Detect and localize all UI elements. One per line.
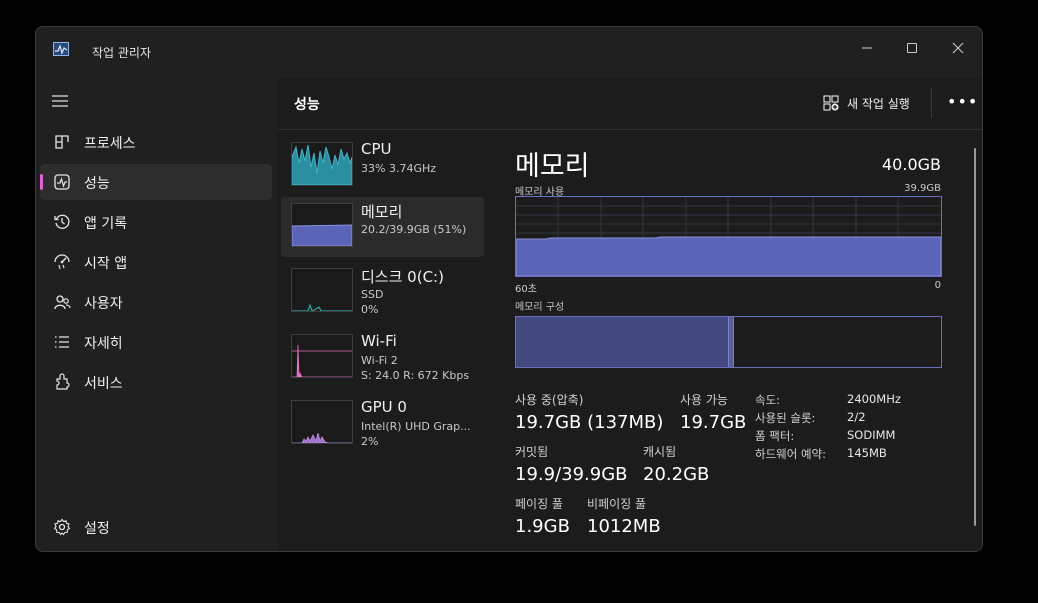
sidebar-item-label: 사용자: [84, 296, 123, 312]
task-manager-window: 작업 관리자 프로세스 성능 앱 기록 시작 앱 사용자 자세히 서비스 설정 …: [35, 26, 983, 552]
maximize-button[interactable]: [889, 33, 935, 63]
perf-item-subtitle-2: S: 24.0 R: 672 Kbps: [361, 369, 470, 382]
processes-icon: [55, 135, 69, 149]
slots-label: 사용된 슬롯:: [755, 411, 816, 425]
perf-item-name: 메모리: [361, 203, 403, 221]
perf-item-disk[interactable]: 디스크 0(C:) SSD 0%: [281, 262, 484, 322]
perf-item-name: 디스크 0(C:): [361, 268, 444, 286]
performance-icon: [54, 174, 70, 190]
graph-time-left: 60초: [515, 284, 537, 295]
memory-thumbnail-graph: [291, 203, 353, 247]
perf-item-subtitle: 20.2/39.9GB (51%): [361, 223, 467, 236]
gear-icon: [53, 518, 71, 536]
wifi-thumbnail-graph: [291, 334, 353, 378]
minimize-button[interactable]: [844, 33, 890, 63]
users-icon: [54, 295, 71, 310]
content-pane: 성능 새 작업 실행 ••• CPU 33% 3.74GHz 메모리 20.2/…: [277, 78, 982, 551]
sidebar-item-processes[interactable]: 프로세스: [40, 124, 272, 160]
form-factor-value: SODIMM: [847, 428, 896, 442]
page-title: 성능: [294, 97, 320, 113]
sidebar-item-startup-apps[interactable]: 시작 앱: [40, 244, 272, 280]
memory-usage-graph: [515, 196, 942, 277]
disk-thumbnail-graph: [291, 268, 353, 312]
perf-item-wifi[interactable]: Wi-Fi Wi-Fi 2 S: 24.0 R: 672 Kbps: [281, 328, 484, 388]
hardware-reserved-value: 145MB: [847, 446, 887, 460]
minimize-icon: [862, 47, 872, 49]
new-task-label: 새 작업 실행: [847, 96, 910, 111]
sidebar-item-label: 프로세스: [84, 136, 136, 152]
hardware-reserved-label: 하드웨어 예약:: [755, 447, 827, 461]
perf-item-subtitle-2: 2%: [361, 435, 379, 448]
header-divider: [931, 88, 932, 118]
new-task-icon: [823, 95, 839, 111]
memory-composition-bar: [515, 316, 942, 368]
more-options-icon[interactable]: •••: [947, 92, 978, 111]
sidebar-item-label: 설정: [84, 521, 110, 537]
close-icon: [952, 42, 964, 54]
in-use-value: 19.7GB (137MB): [515, 412, 664, 433]
task-manager-app-icon: [53, 42, 69, 56]
nonpaged-pool-label: 비페이징 풀: [587, 497, 647, 511]
paged-pool-label: 페이징 풀: [515, 497, 563, 511]
sidebar-item-services[interactable]: 서비스: [40, 364, 272, 400]
cpu-thumbnail-graph: [291, 142, 353, 186]
perf-item-memory[interactable]: 메모리 20.2/39.9GB (51%): [281, 197, 484, 257]
sidebar-item-label: 앱 기록: [84, 216, 128, 232]
detail-total: 40.0GB: [882, 155, 941, 174]
startup-apps-icon: [54, 254, 70, 270]
graph-time-right: 0: [934, 280, 941, 291]
maximize-icon: [907, 43, 917, 53]
sidebar-item-users[interactable]: 사용자: [40, 284, 272, 320]
perf-item-subtitle-2: 0%: [361, 303, 379, 316]
gpu-thumbnail-graph: [291, 400, 353, 444]
committed-value: 19.9/39.9GB: [515, 464, 628, 485]
hamburger-menu-icon[interactable]: [51, 94, 69, 108]
committed-label: 커밋됨: [515, 445, 549, 459]
window-title: 작업 관리자: [92, 46, 152, 60]
sidebar-item-settings[interactable]: 설정: [40, 509, 272, 545]
cached-value: 20.2GB: [643, 464, 710, 485]
nonpaged-pool-value: 1012MB: [587, 516, 661, 537]
cached-label: 캐시됨: [643, 445, 677, 459]
sidebar-item-performance[interactable]: 성능: [40, 164, 272, 200]
form-factor-label: 폼 팩터:: [755, 429, 795, 443]
sidebar-item-label: 시작 앱: [84, 256, 128, 272]
close-button[interactable]: [935, 33, 981, 63]
sidebar-item-label: 자세히: [84, 336, 123, 352]
new-task-button[interactable]: 새 작업 실행: [823, 93, 910, 113]
perf-item-subtitle: SSD: [361, 288, 384, 301]
available-value: 19.7GB: [680, 412, 747, 433]
composition-in-use: [516, 317, 728, 367]
perf-item-subtitle: 33% 3.74GHz: [361, 162, 437, 175]
perf-item-gpu[interactable]: GPU 0 Intel(R) UHD Grap... 2%: [281, 394, 484, 454]
in-use-label: 사용 중(압축): [515, 393, 584, 407]
sidebar-item-details[interactable]: 자세히: [40, 324, 272, 360]
services-icon: [56, 373, 70, 390]
app-history-icon: [54, 214, 70, 229]
speed-label: 속도:: [755, 393, 781, 407]
content-header: 성능 새 작업 실행 •••: [277, 78, 982, 130]
paged-pool-value: 1.9GB: [515, 516, 570, 537]
perf-item-name: CPU: [361, 140, 392, 158]
composition-label: 메모리 구성: [515, 302, 565, 313]
details-icon: [55, 336, 69, 348]
perf-item-cpu[interactable]: CPU 33% 3.74GHz: [281, 136, 484, 196]
sidebar-item-label: 성능: [84, 176, 110, 192]
title-bar: 작업 관리자: [36, 27, 982, 77]
usage-graph-max: 39.9GB: [904, 183, 941, 194]
perf-item-subtitle: Intel(R) UHD Grap...: [361, 420, 471, 433]
slots-value: 2/2: [847, 410, 866, 424]
speed-value: 2400MHz: [847, 392, 901, 406]
sidebar-item-app-history[interactable]: 앱 기록: [40, 204, 272, 240]
detail-title: 메모리: [515, 151, 590, 182]
active-indicator: [40, 174, 43, 190]
perf-item-name: Wi-Fi: [361, 332, 397, 350]
composition-standby-divider: [733, 317, 734, 367]
sidebar-item-label: 서비스: [84, 376, 123, 392]
perf-item-subtitle: Wi-Fi 2: [361, 354, 398, 367]
available-label: 사용 가능: [680, 393, 728, 407]
detail-scrollbar[interactable]: [974, 148, 976, 526]
perf-item-name: GPU 0: [361, 398, 407, 416]
